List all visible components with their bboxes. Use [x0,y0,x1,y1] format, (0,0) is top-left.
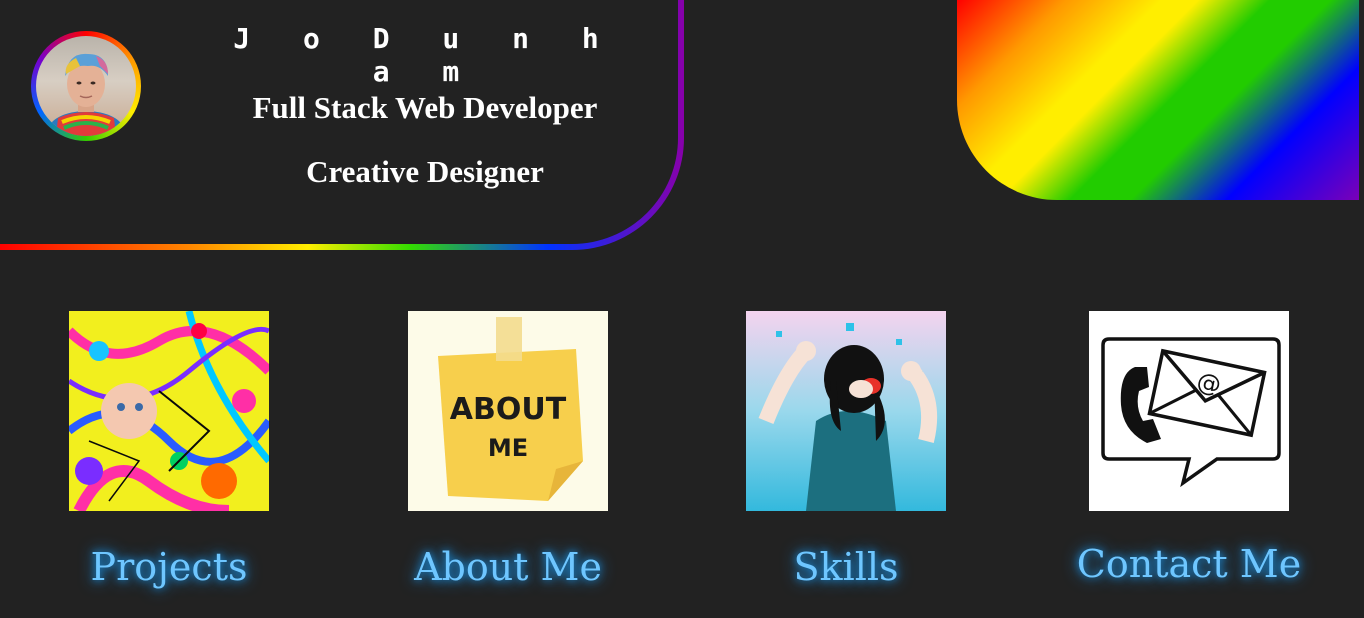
profile-name: J o D u n h a m [233,22,617,88]
skills-image[interactable] [746,311,946,511]
rainbow-corner-decoration [957,0,1359,200]
nav-contact-me-link[interactable]: Contact Me [1029,542,1349,586]
strong-woman-icon [746,311,946,511]
about-me-image[interactable]: ABOUT ME [408,311,608,511]
profile-role-designer: Creative Designer [306,154,544,189]
sticky-note-line2: ME [488,434,528,462]
phone-email-icon: @ [1089,311,1289,511]
header-panel: J o D u n h a m Full Stack Web Developer… [0,0,678,244]
contact-me-image[interactable]: @ [1089,311,1289,511]
paint-splatter-icon [69,311,269,511]
nav-projects-link[interactable]: Projects [9,545,329,589]
profile-photo-icon [48,53,124,136]
avatar-ring [31,31,141,141]
nav-skills-link[interactable]: Skills [686,545,1006,589]
sticky-note-line1: ABOUT [450,392,567,427]
sticky-note-icon: ABOUT ME [408,311,608,511]
projects-image[interactable] [69,311,269,511]
avatar [36,36,136,136]
profile-role-developer: Full Stack Web Developer [252,90,598,125]
nav-about-me-link[interactable]: About Me [348,545,668,589]
